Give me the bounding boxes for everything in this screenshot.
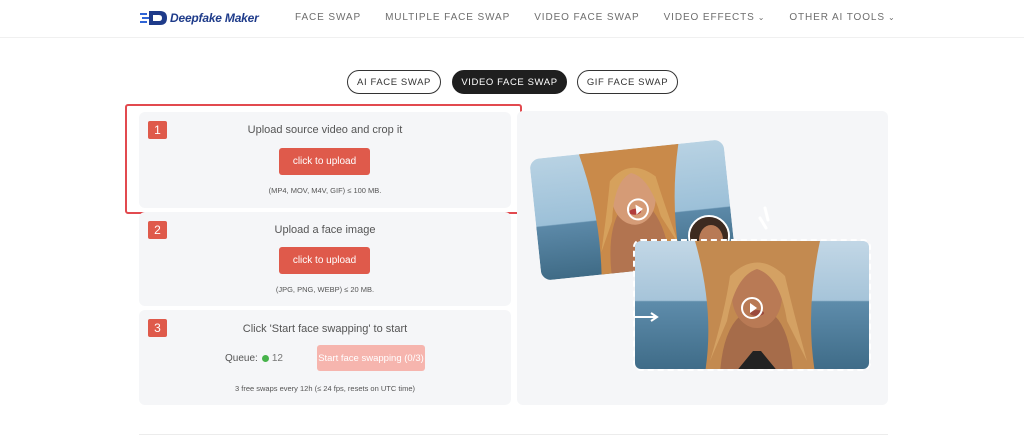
brand-logo[interactable]: Deepfake Maker — [140, 8, 259, 28]
step-1-highlight — [125, 104, 522, 214]
step-2-card: 2 Upload a face image click to upload (J… — [139, 212, 511, 306]
nav-label: OTHER AI TOOLS — [789, 12, 885, 23]
queue-status: Queue: 12 — [225, 353, 283, 364]
chevron-down-icon: ⌄ — [757, 13, 766, 22]
start-face-swapping-button[interactable]: Start face swapping (0/3) — [317, 345, 425, 371]
chevron-down-icon: ⌄ — [887, 13, 896, 22]
sparkle-icon — [758, 206, 770, 230]
brand-name: Deepfake Maker — [170, 11, 259, 25]
top-navbar: Deepfake Maker FACE SWAP MULTIPLE FACE S… — [0, 0, 1024, 38]
nav-multiple-face-swap[interactable]: MULTIPLE FACE SWAP — [385, 12, 510, 23]
tab-label: GIF FACE SWAP — [586, 76, 669, 88]
upload-face-button[interactable]: click to upload — [279, 247, 370, 274]
tab-gif-face-swap[interactable]: GIF FACE SWAP — [577, 70, 678, 94]
deepfake-logo-icon — [140, 11, 167, 25]
tab-label: VIDEO FACE SWAP — [461, 76, 558, 88]
step-title: Upload a face image — [274, 224, 376, 236]
section-divider — [139, 434, 888, 435]
step-note: (JPG, PNG, WEBP) ≤ 20 MB. — [275, 285, 375, 294]
tab-ai-face-swap[interactable]: AI FACE SWAP — [347, 70, 441, 94]
step-3-card: 3 Click 'Start face swapping' to start Q… — [139, 310, 511, 405]
arrow-right-icon — [634, 312, 659, 322]
nav-video-face-swap[interactable]: VIDEO FACE SWAP — [534, 12, 639, 23]
result-video-thumbnail — [633, 239, 871, 371]
nav-label: VIDEO EFFECTS — [663, 12, 755, 23]
nav-video-effects[interactable]: VIDEO EFFECTS ⌄ — [664, 12, 766, 23]
tab-label: AI FACE SWAP — [357, 76, 431, 88]
nav-label: VIDEO FACE SWAP — [534, 12, 640, 23]
queue-status-dot-icon — [261, 355, 269, 362]
nav-other-ai-tools[interactable]: OTHER AI TOOLS ⌄ — [789, 12, 895, 23]
nav-label: MULTIPLE FACE SWAP — [385, 12, 511, 23]
step-title: Click 'Start face swapping' to start — [242, 323, 408, 335]
tab-video-face-swap[interactable]: VIDEO FACE SWAP — [452, 70, 567, 94]
play-icon[interactable] — [741, 297, 763, 319]
nav-label: FACE SWAP — [295, 12, 362, 23]
step-note: 3 free swaps every 12h (≤ 24 fps, resets… — [234, 384, 416, 393]
queue-count: 12 — [271, 353, 283, 364]
queue-label: Queue: — [225, 353, 258, 364]
preview-panel — [517, 111, 888, 405]
nav-face-swap[interactable]: FACE SWAP — [295, 12, 361, 23]
